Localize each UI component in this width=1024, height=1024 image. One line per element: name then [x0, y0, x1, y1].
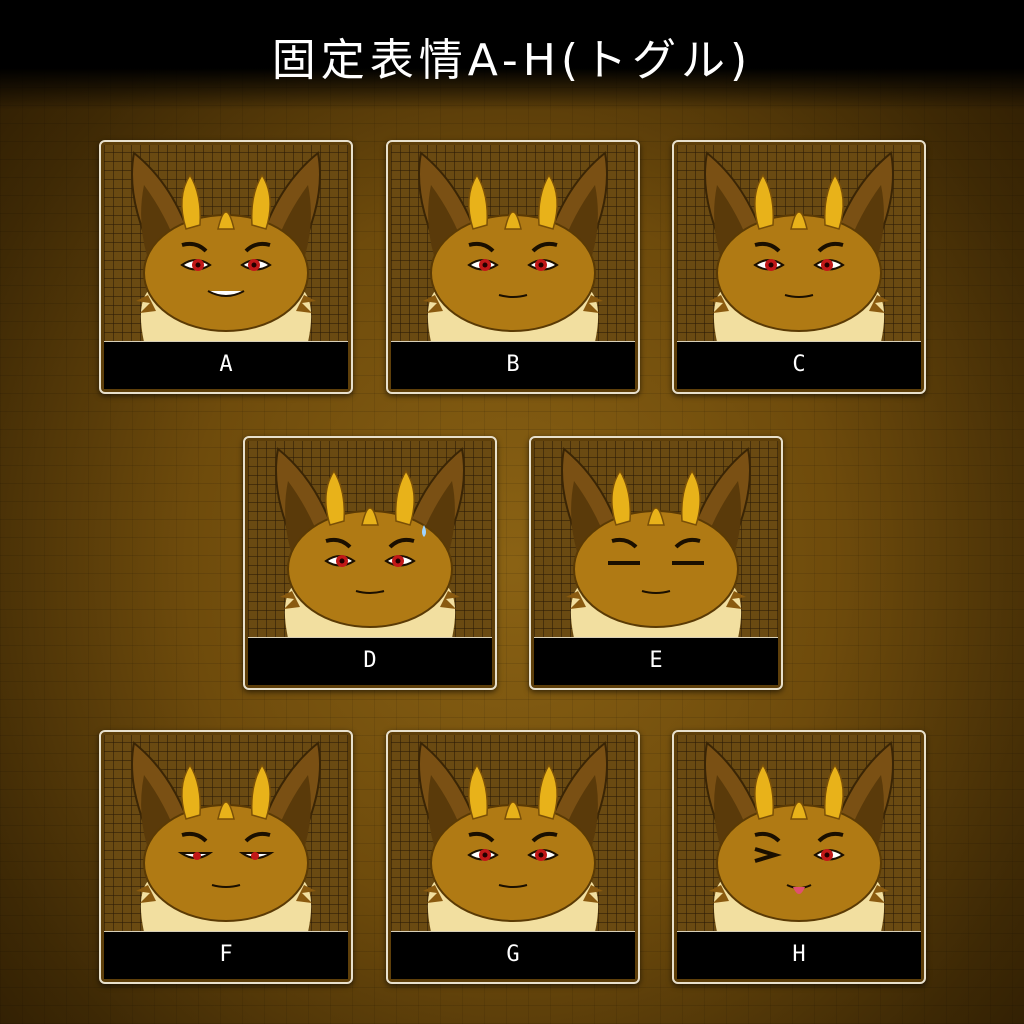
expression-portrait [677, 145, 921, 342]
expression-card-a[interactable]: A [99, 140, 353, 394]
expression-label: E [649, 648, 663, 673]
label-bar: E [534, 637, 778, 685]
expression-card-f[interactable]: F [99, 730, 353, 984]
page-title: 固定表情A-H(トグル) [271, 35, 753, 86]
expression-label: D [363, 648, 377, 673]
label-bar: G [391, 931, 635, 979]
expression-portrait [104, 145, 348, 342]
expression-label: C [792, 352, 806, 377]
expression-label: G [506, 942, 520, 967]
title-bar: 固定表情A-H(トグル) [0, 0, 1024, 110]
expression-portrait [534, 441, 778, 638]
expression-label: H [792, 942, 806, 967]
expression-card-c[interactable]: C [672, 140, 926, 394]
expression-card-d[interactable]: D [243, 436, 497, 690]
expression-portrait [391, 735, 635, 932]
expression-portrait [104, 735, 348, 932]
label-bar: D [248, 637, 492, 685]
expression-portrait [391, 145, 635, 342]
expression-card-h[interactable]: H [672, 730, 926, 984]
label-bar: F [104, 931, 348, 979]
expression-card-b[interactable]: B [386, 140, 640, 394]
label-bar: B [391, 341, 635, 389]
expression-card-e[interactable]: E [529, 436, 783, 690]
expression-label: A [219, 352, 233, 377]
expression-label: B [506, 352, 520, 377]
expression-portrait [677, 735, 921, 932]
expression-card-g[interactable]: G [386, 730, 640, 984]
expression-label: F [219, 942, 233, 967]
label-bar: A [104, 341, 348, 389]
label-bar: C [677, 341, 921, 389]
label-bar: H [677, 931, 921, 979]
expression-portrait [248, 441, 492, 638]
